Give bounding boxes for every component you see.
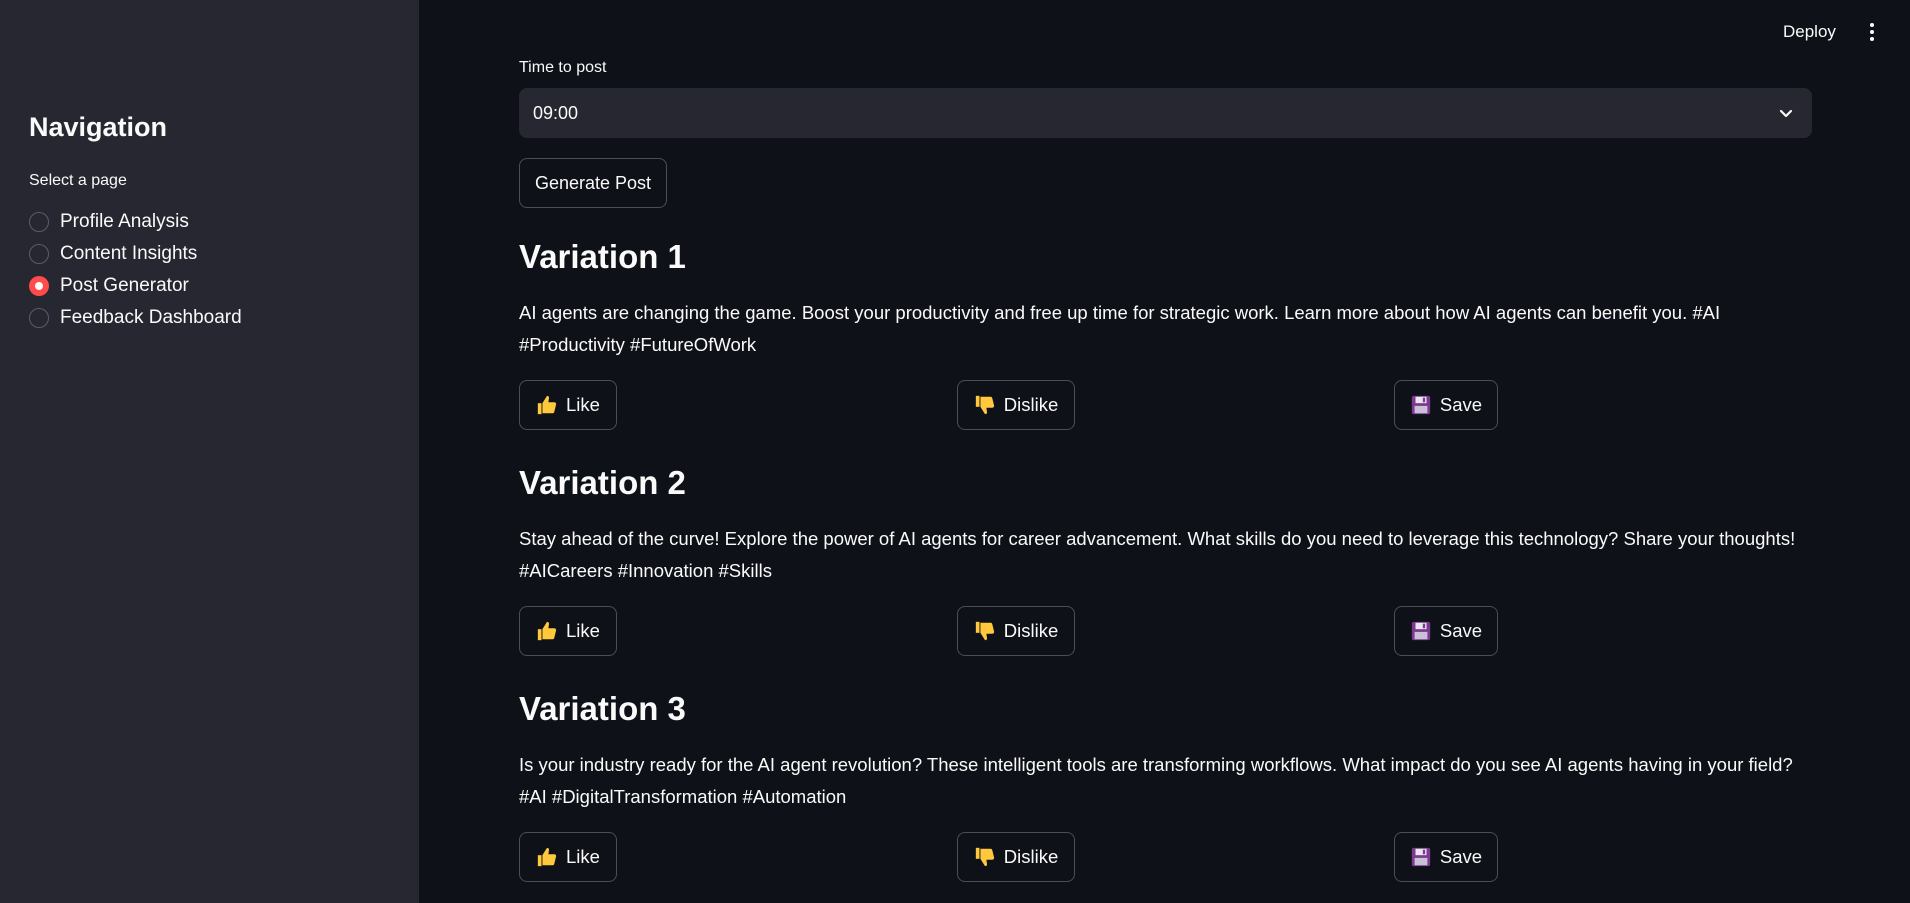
variation-text: AI agents are changing the game. Boost y…	[519, 302, 1721, 355]
variation-title: Variation 2	[519, 464, 686, 501]
deploy-button[interactable]: Deploy	[1775, 20, 1844, 44]
generate-post-button[interactable]: Generate Post	[519, 158, 667, 208]
dislike-label: Dislike	[1003, 394, 1059, 415]
thumbs-down-icon	[975, 847, 994, 867]
like-label: Like	[566, 846, 600, 867]
time-select[interactable]: 09:00	[519, 88, 1812, 138]
app: Navigation Select a page Profile Analysi…	[0, 0, 1910, 903]
page-select-label: Select a page	[29, 172, 127, 189]
variation-text: Stay ahead of the curve! Explore the pow…	[519, 528, 1796, 581]
radio-label: Feedback Dashboard	[60, 307, 242, 328]
dislike-button[interactable]: Dislike	[957, 606, 1075, 656]
sidebar-title: Navigation	[29, 112, 168, 142]
like-label: Like	[566, 394, 600, 415]
page-radio-group: Profile Analysis Content Insights Post G…	[29, 206, 242, 334]
time-select-value: 09:00	[533, 102, 579, 123]
radio-post-generator[interactable]: Post Generator	[29, 270, 242, 302]
like-label: Like	[566, 620, 600, 641]
like-button[interactable]: Like	[519, 380, 617, 430]
thumbs-up-icon	[537, 847, 557, 867]
variation-title: Variation 3	[519, 690, 686, 727]
radio-label: Content Insights	[60, 243, 198, 264]
radio-button[interactable]	[29, 212, 49, 232]
radio-label: Post Generator	[60, 275, 189, 296]
radio-button[interactable]	[29, 244, 49, 264]
dislike-button[interactable]: Dislike	[957, 832, 1075, 882]
radio-button[interactable]	[29, 308, 49, 328]
kebab-dot	[1870, 30, 1874, 34]
sidebar: Navigation Select a page Profile Analysi…	[0, 0, 419, 903]
thumbs-up-icon	[537, 395, 557, 415]
time-to-post-label: Time to post	[519, 59, 607, 76]
radio-feedback-dashboard[interactable]: Feedback Dashboard	[29, 302, 242, 334]
save-label: Save	[1439, 394, 1483, 415]
kebab-dot	[1870, 23, 1874, 27]
kebab-dot	[1870, 37, 1874, 41]
save-button[interactable]: Save	[1394, 380, 1498, 430]
radio-profile-analysis[interactable]: Profile Analysis	[29, 206, 242, 238]
thumbs-down-icon	[975, 621, 994, 641]
save-label: Save	[1439, 620, 1483, 641]
thumbs-down-icon	[975, 395, 994, 415]
floppy-disk-icon	[1411, 621, 1431, 641]
kebab-menu-icon[interactable]	[1862, 19, 1882, 45]
dislike-button[interactable]: Dislike	[957, 380, 1075, 430]
thumbs-up-icon	[537, 621, 557, 641]
like-button[interactable]: Like	[519, 606, 617, 656]
variation-text: Is your industry ready for the AI agent …	[519, 754, 1793, 807]
like-button[interactable]: Like	[519, 832, 617, 882]
chevron-down-icon	[1779, 109, 1793, 118]
dislike-label: Dislike	[1003, 846, 1059, 867]
save-button[interactable]: Save	[1394, 606, 1498, 656]
radio-label: Profile Analysis	[60, 211, 189, 232]
save-button[interactable]: Save	[1394, 832, 1498, 882]
dislike-label: Dislike	[1003, 620, 1059, 641]
save-label: Save	[1439, 846, 1483, 867]
radio-content-insights[interactable]: Content Insights	[29, 238, 242, 270]
radio-button-selected[interactable]	[29, 276, 49, 296]
floppy-disk-icon	[1411, 395, 1431, 415]
variation-title: Variation 1	[519, 238, 686, 275]
floppy-disk-icon	[1411, 847, 1431, 867]
